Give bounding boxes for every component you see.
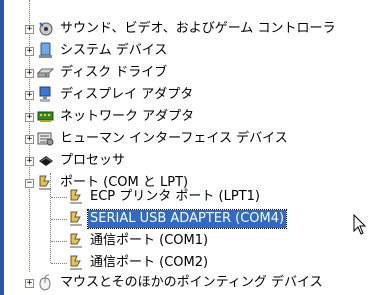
processor-icon [39, 156, 53, 166]
tree-item-hid[interactable]: + ヒューマン インターフェイス デバイス [0, 128, 374, 151]
expand-toggle[interactable]: + [25, 157, 34, 166]
display-adapter-icon [39, 86, 51, 102]
tree-item-label: 通信ポート (COM2) [90, 255, 209, 270]
tree-item-ecp-printer-port[interactable]: ECP プリンタ ポート (LPT1) [0, 186, 374, 209]
expand-toggle[interactable]: + [25, 279, 34, 288]
tree-item-label: マウスとそのほかのポインティング デバイス [60, 275, 323, 290]
tree-item-network-adapters[interactable]: + ネットワーク アダプタ [0, 106, 374, 129]
system-device-icon [39, 42, 52, 58]
tree-item-label-selected: SERIAL USB ADAPTER (COM4) [86, 209, 288, 229]
device-tree: + サウンド、ビデオ、およびゲーム コントローラ + システム デバイス + デ… [0, 0, 374, 295]
tree-item-label: サウンド、ビデオ、およびゲーム コントローラ [60, 21, 336, 36]
expand-toggle[interactable]: + [25, 135, 34, 144]
tree-item-disk-drives[interactable]: + ディスク ドライブ [0, 62, 374, 85]
port-icon [70, 233, 82, 248]
sound-icon [39, 22, 53, 36]
tree-item-mouse[interactable]: + マウスとそのほかのポインティング デバイス [0, 272, 374, 295]
tree-item-processors[interactable]: + プロセッサ [0, 150, 374, 173]
expand-toggle[interactable]: + [25, 113, 34, 122]
port-icon [70, 211, 82, 226]
tree-item-label: ディスク ドライブ [60, 65, 168, 80]
expand-toggle[interactable]: + [25, 25, 34, 34]
expand-toggle[interactable]: + [25, 47, 34, 56]
tree-item-serial-usb-adapter[interactable]: SERIAL USB ADAPTER (COM4) [0, 208, 374, 231]
tree-item-label: ECP プリンタ ポート (LPT1) [90, 189, 260, 204]
mouse-icon [39, 274, 51, 291]
port-icon [70, 189, 82, 204]
tree-item-label: ヒューマン インターフェイス デバイス [60, 131, 288, 146]
arrow-cursor-icon [353, 214, 367, 235]
expand-toggle[interactable]: + [25, 91, 34, 100]
hid-icon [37, 132, 54, 146]
tree-item-com1[interactable]: 通信ポート (COM1) [0, 230, 374, 253]
tree-item-sound[interactable]: + サウンド、ビデオ、およびゲーム コントローラ [0, 18, 374, 41]
port-icon [70, 255, 82, 270]
tree-item-label: ディスプレイ アダプタ [60, 87, 194, 102]
expand-toggle[interactable]: + [25, 69, 34, 78]
tree-item-label: ネットワーク アダプタ [60, 109, 195, 124]
tree-item-display-adapters[interactable]: + ディスプレイ アダプタ [0, 84, 374, 107]
network-adapter-icon [37, 111, 54, 122]
disk-drive-icon [37, 68, 54, 78]
tree-item-label: 通信ポート (COM1) [90, 233, 209, 248]
tree-item-system-devices[interactable]: + システム デバイス [0, 40, 374, 63]
tree-item-label: システム デバイス [60, 43, 168, 58]
tree-item-label: プロセッサ [60, 153, 126, 168]
